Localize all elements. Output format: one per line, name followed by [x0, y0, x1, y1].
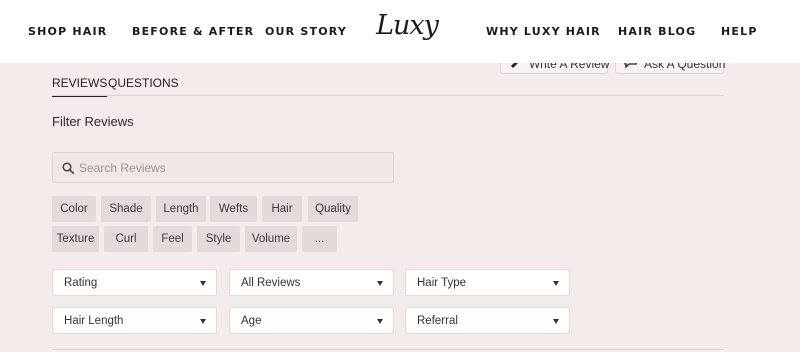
tab-questions[interactable]: QUESTIONS: [108, 76, 179, 90]
nav-help[interactable]: HELP: [721, 25, 758, 38]
hair-type-dropdown-label: Hair Type: [417, 277, 467, 289]
caret-down-icon: [200, 281, 206, 286]
chip-length[interactable]: Length: [156, 196, 206, 222]
search-input[interactable]: [79, 153, 379, 182]
nav-hair-blog[interactable]: HAIR BLOG: [618, 25, 696, 38]
chip-curl[interactable]: Curl: [104, 226, 148, 252]
chip-hair[interactable]: Hair: [262, 196, 302, 222]
referral-dropdown-label: Referral: [417, 315, 458, 327]
nav-why-luxy-hair[interactable]: WHY LUXY HAIR: [486, 25, 601, 38]
tabs-divider: [52, 95, 724, 96]
chip-color[interactable]: Color: [52, 196, 96, 222]
filter-reviews-heading: Filter Reviews: [52, 114, 134, 129]
chip-style[interactable]: Style: [197, 226, 240, 252]
search-box: [52, 152, 394, 183]
search-icon: [62, 162, 74, 174]
chip-more[interactable]: ...: [302, 226, 337, 252]
nav-our-story[interactable]: OUR STORY: [265, 25, 347, 38]
logo[interactable]: Luxy: [371, 8, 443, 52]
all-reviews-dropdown-label: All Reviews: [241, 277, 301, 289]
nav-shop-hair[interactable]: SHOP HAIR: [28, 25, 107, 38]
chip-texture[interactable]: Texture: [52, 226, 99, 252]
chip-volume[interactable]: Volume: [245, 226, 297, 252]
all-reviews-dropdown[interactable]: All Reviews: [229, 269, 394, 296]
caret-down-icon: [200, 319, 206, 324]
age-dropdown[interactable]: Age: [229, 307, 394, 334]
chip-quality[interactable]: Quality: [308, 196, 358, 222]
referral-dropdown[interactable]: Referral: [405, 307, 570, 334]
caret-down-icon: [553, 319, 559, 324]
hair-length-dropdown-label: Hair Length: [64, 315, 124, 327]
tab-reviews[interactable]: REVIEWS: [52, 76, 108, 97]
age-dropdown-label: Age: [241, 315, 262, 327]
chip-feel[interactable]: Feel: [153, 226, 192, 252]
chip-shade[interactable]: Shade: [101, 196, 151, 222]
section-divider: [52, 349, 724, 350]
caret-down-icon: [553, 281, 559, 286]
logo-wordmark: Luxy: [376, 10, 439, 41]
rating-dropdown-label: Rating: [64, 277, 98, 289]
chip-wefts[interactable]: Wefts: [210, 196, 257, 222]
top-navigation: SHOP HAIR BEFORE & AFTER OUR STORY Luxy …: [0, 0, 800, 63]
hair-length-dropdown[interactable]: Hair Length: [52, 307, 217, 334]
nav-before-after[interactable]: BEFORE & AFTER: [132, 25, 254, 38]
caret-down-icon: [377, 281, 383, 286]
caret-down-icon: [377, 319, 383, 324]
hair-type-dropdown[interactable]: Hair Type: [405, 269, 570, 296]
rating-dropdown[interactable]: Rating: [52, 269, 217, 296]
